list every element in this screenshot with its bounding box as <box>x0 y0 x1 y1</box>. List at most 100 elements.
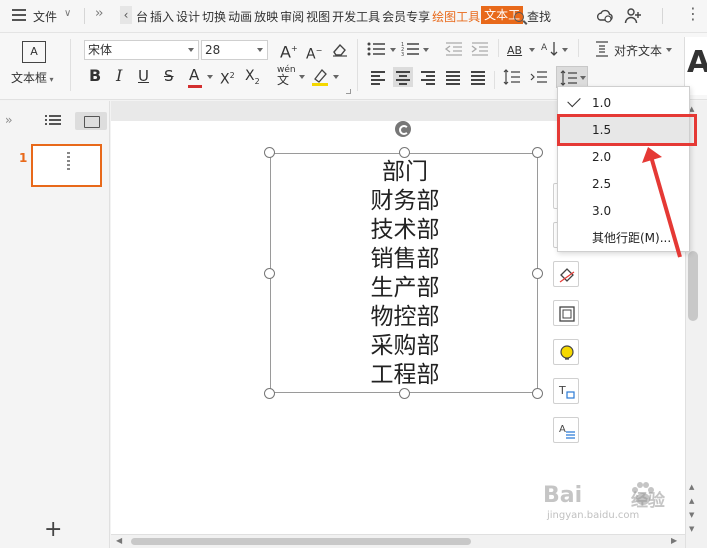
smart-tip-icon[interactable] <box>553 339 579 365</box>
tab-item[interactable]: 审阅 <box>279 8 305 25</box>
align-right-button[interactable] <box>418 67 438 87</box>
scroll-left-icon[interactable]: ◀ <box>116 536 122 545</box>
chevron-down-icon[interactable] <box>529 48 535 52</box>
watermark-url: jingyan.baidu.com <box>547 510 640 521</box>
textbox-button[interactable]: 文本框 ▾ <box>11 69 54 86</box>
chevron-down-icon[interactable] <box>390 48 396 52</box>
justify-button[interactable] <box>443 67 463 87</box>
line-spacing-option[interactable]: 1.0 <box>558 90 689 116</box>
tab-item[interactable]: 设计 <box>175 8 201 25</box>
slide-number: 1 <box>19 151 28 165</box>
more-options-icon[interactable]: ⋮ <box>684 6 702 25</box>
shape-outline-tool-icon[interactable] <box>553 300 579 326</box>
italic-button[interactable]: I <box>116 67 122 85</box>
chevron-down-icon[interactable] <box>562 48 568 52</box>
font-family-select[interactable]: 宋体 <box>84 40 199 60</box>
text-style-tool-icon[interactable]: A <box>553 417 579 443</box>
double-chevron-icon[interactable]: ›› <box>95 6 104 21</box>
page-up-icon[interactable]: ▲ <box>689 497 694 505</box>
slide-thumbnail[interactable] <box>31 144 102 187</box>
tab-item[interactable]: 视图 <box>305 8 331 25</box>
shape-fill-tool-icon[interactable] <box>553 261 579 287</box>
paragraph-spacing-icon[interactable] <box>503 68 521 86</box>
text-layout-tool-icon[interactable]: T <box>553 378 579 404</box>
bullet-list-icon[interactable] <box>367 41 387 57</box>
text-direction-icon[interactable]: AB <box>507 42 522 60</box>
outline-view-icon[interactable] <box>45 114 61 126</box>
cloud-sync-icon[interactable] <box>596 7 614 25</box>
sort-icon[interactable]: A <box>541 40 559 58</box>
increase-indent-icon[interactable] <box>470 41 490 57</box>
hamburger-icon[interactable] <box>12 9 26 21</box>
search-button[interactable]: 查找 <box>514 8 551 25</box>
annotation-highlight-box <box>557 114 697 146</box>
bold-button[interactable]: B <box>89 67 101 85</box>
distribute-button[interactable] <box>468 67 488 87</box>
rotate-handle-icon[interactable] <box>395 121 411 137</box>
clear-format-icon[interactable] <box>331 41 349 57</box>
chevron-down-icon[interactable] <box>423 48 429 52</box>
divider <box>84 8 85 24</box>
resize-handle[interactable] <box>399 388 410 399</box>
resize-handle[interactable] <box>264 268 275 279</box>
resize-handle[interactable] <box>532 268 543 279</box>
tab-scroll-left-button[interactable]: ‹ <box>120 6 132 24</box>
decrease-font-size-icon[interactable]: A− <box>306 42 322 64</box>
resize-handle[interactable] <box>532 388 543 399</box>
tab-item[interactable]: 绘图工具 <box>431 8 481 25</box>
tab-item[interactable]: 切换 <box>201 8 227 25</box>
chevron-down-icon[interactable] <box>333 75 339 79</box>
text-box[interactable]: 部门 财务部 技术部 销售部 生产部 物控部 采购部 工程部 <box>270 153 538 393</box>
page-down-icon[interactable]: ▼ <box>689 511 694 519</box>
font-size-select[interactable]: 28 <box>201 40 268 60</box>
text-line: 财务部 <box>370 188 440 214</box>
align-text-button[interactable]: 对齐文本 <box>614 42 662 59</box>
file-menu[interactable]: 文件 <box>33 8 57 25</box>
tab-item[interactable]: 会员专享 <box>381 8 431 25</box>
align-center-button[interactable] <box>393 67 413 87</box>
line-spacing-button[interactable] <box>556 66 588 88</box>
font-dialog-launcher[interactable] <box>346 89 351 94</box>
resize-handle[interactable] <box>264 388 275 399</box>
scroll-up-icon[interactable]: ▲ <box>689 483 694 491</box>
tab-item[interactable]: 台 <box>135 8 149 25</box>
textbox-icon[interactable]: A <box>22 41 46 63</box>
align-left-button[interactable] <box>368 67 388 87</box>
align-text-icon[interactable] <box>594 40 610 58</box>
add-slide-button[interactable]: + <box>44 519 62 541</box>
strikethrough-button[interactable]: S <box>164 67 174 85</box>
tab-item[interactable]: 开发工具 <box>331 8 381 25</box>
watermark-brand-cn: 经验 <box>631 491 665 511</box>
collaborate-icon[interactable] <box>624 7 642 25</box>
underline-button[interactable]: U <box>138 67 149 85</box>
text-line: 生产部 <box>370 275 440 301</box>
slides-view-icon[interactable] <box>75 112 107 130</box>
resize-handle[interactable] <box>532 147 543 158</box>
superscript-button[interactable]: X2 <box>220 67 235 89</box>
text-box-content[interactable]: 部门 财务部 技术部 销售部 生产部 物控部 采购部 工程部 <box>271 158 539 390</box>
decrease-indent-icon[interactable] <box>444 41 464 57</box>
scroll-right-icon[interactable]: ▶ <box>671 536 677 545</box>
numbered-list-icon[interactable]: 123 <box>401 41 421 57</box>
paragraph-indent-icon[interactable] <box>530 68 548 86</box>
divider <box>578 39 579 57</box>
tab-item[interactable]: 动画 <box>227 8 253 25</box>
horizontal-scroll-thumb[interactable] <box>131 538 471 545</box>
highlight-color-icon[interactable] <box>311 67 329 87</box>
expand-panel-icon[interactable]: ›› <box>5 113 12 127</box>
resize-handle[interactable] <box>399 147 410 158</box>
chevron-down-icon[interactable] <box>299 75 305 79</box>
text-line: 技术部 <box>370 217 440 243</box>
increase-font-size-icon[interactable]: A+ <box>280 40 298 61</box>
horizontal-scrollbar[interactable]: ◀ ▶ <box>111 534 685 548</box>
chevron-down-icon[interactable] <box>207 75 213 79</box>
tab-item[interactable]: 插入 <box>149 8 175 25</box>
phonetic-guide-button[interactable]: wén 文 <box>277 65 296 86</box>
font-color-button[interactable]: A <box>189 66 199 84</box>
scroll-down-icon[interactable]: ▼ <box>689 525 694 533</box>
tab-item[interactable]: 放映 <box>253 8 279 25</box>
resize-handle[interactable] <box>264 147 275 158</box>
subscript-button[interactable]: X2 <box>245 67 260 91</box>
chevron-down-icon[interactable]: ∨ <box>64 8 71 19</box>
chevron-down-icon[interactable] <box>666 48 672 52</box>
